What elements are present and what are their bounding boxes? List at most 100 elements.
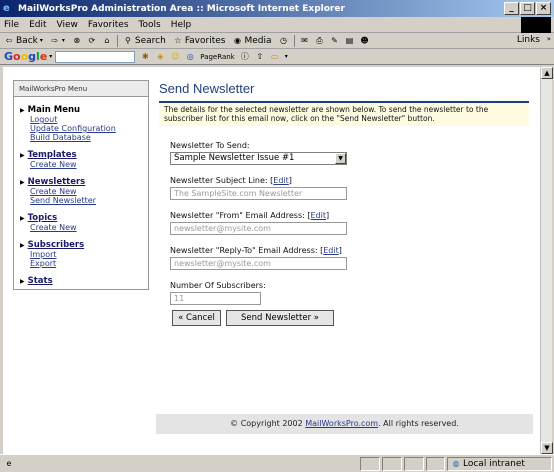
subscriber-count-field: 11 xyxy=(170,292,261,305)
edit-subject-link[interactable]: Edit xyxy=(273,176,289,185)
google-news-icon[interactable]: ◎ xyxy=(185,52,195,62)
links-chevron-icon[interactable]: » xyxy=(547,35,551,43)
nav-templates-create-new-link[interactable]: Create New xyxy=(30,160,148,169)
minimize-button[interactable]: _ xyxy=(504,2,519,15)
highlight-icon[interactable]: ▭ xyxy=(270,52,280,62)
home-icon[interactable]: ⌂ xyxy=(102,36,112,46)
nav-group-templates: ▶ Templates Create New xyxy=(14,150,148,169)
google-menu-chevron-icon[interactable]: ▾ xyxy=(49,53,52,60)
back-label: Back xyxy=(16,35,38,46)
arrow-icon: ▶ xyxy=(20,241,25,249)
forward-dropdown-icon[interactable]: ▾ xyxy=(62,37,65,44)
status-cell xyxy=(360,457,380,471)
arrow-icon: ▶ xyxy=(20,151,25,159)
sidebar-title: MailWorksPro Menu xyxy=(14,81,148,97)
back-button[interactable]: ⇦ Back ▾ xyxy=(4,36,43,46)
search-button[interactable]: ⚲ Search xyxy=(123,36,166,46)
menu-favorites[interactable]: Favorites xyxy=(88,20,129,30)
sidebar-menu: MailWorksPro Menu ▶ Main Menu Logout Upda… xyxy=(13,80,149,290)
nav-update-configuration-link[interactable]: Update Configuration xyxy=(30,124,148,133)
nav-heading-newsletters[interactable]: Newsletters xyxy=(28,177,86,187)
media-button[interactable]: ◉ Media xyxy=(232,35,272,46)
nav-build-database-link[interactable]: Build Database xyxy=(30,133,148,142)
nav-heading-templates[interactable]: Templates xyxy=(28,150,77,160)
nav-group-newsletters: ▶ Newsletters Create New Send Newsletter xyxy=(14,177,148,205)
nav-heading-topics[interactable]: Topics xyxy=(28,213,58,223)
scroll-up-icon[interactable]: ▲ xyxy=(541,67,553,79)
nav-heading-main-menu: Main Menu xyxy=(27,105,81,115)
edit-reply-to-link[interactable]: Edit xyxy=(323,246,339,255)
page-info-icon[interactable]: ⓘ xyxy=(240,52,250,62)
favorites-label: Favorites xyxy=(184,35,226,46)
status-bar: e ◍ Local intranet xyxy=(0,454,554,472)
status-cell xyxy=(404,457,424,471)
google-im-feeling-lucky-icon[interactable]: ☺ xyxy=(170,52,180,62)
vertical-scrollbar[interactable]: ▲ ▼ xyxy=(540,67,553,454)
edit-from-link[interactable]: Edit xyxy=(310,211,326,220)
info-message: The details for the selected newsletter … xyxy=(159,101,529,126)
page-title: Send Newsletter xyxy=(159,81,255,96)
menu-view[interactable]: View xyxy=(57,20,78,30)
google-logo[interactable]: Google xyxy=(4,50,47,63)
arrow-icon: ▶ xyxy=(20,277,25,285)
subject-line-label: Newsletter Subject Line: [Edit] xyxy=(170,176,292,185)
google-search-site-icon[interactable]: ◈ xyxy=(155,52,165,62)
menu-tools[interactable]: Tools xyxy=(139,20,161,30)
up-icon[interactable]: ⇧ xyxy=(255,52,265,62)
menu-file[interactable]: File xyxy=(4,20,19,30)
search-label: Search xyxy=(134,35,166,46)
nav-topics-create-new-link[interactable]: Create New xyxy=(30,223,148,232)
subject-line-field[interactable]: The SampleSite.com Newsletter xyxy=(170,187,347,200)
print-icon[interactable]: ⎙ xyxy=(315,36,325,46)
refresh-icon[interactable]: ⟳ xyxy=(87,36,97,46)
forward-button[interactable]: ⇨ ▾ xyxy=(50,36,65,46)
nav-logout-link[interactable]: Logout xyxy=(30,115,148,124)
media-icon: ◉ xyxy=(233,35,241,45)
scroll-down-icon[interactable]: ▼ xyxy=(541,442,553,454)
search-icon: ⚲ xyxy=(124,35,131,45)
nav-group-topics: ▶ Topics Create New xyxy=(14,213,148,232)
highlight-dropdown-icon[interactable]: ▾ xyxy=(285,53,288,60)
close-button[interactable]: × xyxy=(536,2,551,15)
mailworkspro-link[interactable]: MailWorksPro.com xyxy=(305,419,378,428)
chevron-down-icon[interactable]: ▼ xyxy=(335,153,346,164)
nav-send-newsletter-link[interactable]: Send Newsletter xyxy=(30,196,148,205)
google-search-web-icon[interactable]: ✱ xyxy=(140,52,150,62)
messenger-icon[interactable]: ☻ xyxy=(360,36,370,46)
send-newsletter-button[interactable]: Send Newsletter » xyxy=(226,310,334,326)
newsletter-select[interactable]: Sample Newsletter Issue #1 ▼ xyxy=(170,152,347,165)
page-footer: © Copyright 2002 MailWorksPro.com. All r… xyxy=(156,414,533,434)
nav-group-main-menu: ▶ Main Menu Logout Update Configuration B… xyxy=(14,105,148,142)
google-toolbar: Google ▾ ✱ ◈ ☺ ◎ PageRank ⓘ ⇧ ▭ ▾ xyxy=(0,49,554,65)
standard-toolbar: ⇦ Back ▾ ⇨ ▾ ⊗ ⟳ ⌂ ⚲ Search ☆ Favorites … xyxy=(0,33,554,49)
from-address-field[interactable]: newsletter@mysite.com xyxy=(170,222,347,235)
window-title: MailWorksPro Administration Area :: Micr… xyxy=(18,3,345,14)
google-search-input[interactable] xyxy=(55,50,136,63)
mail-icon[interactable]: ✉ xyxy=(300,36,310,46)
maximize-button[interactable]: □ xyxy=(520,2,535,15)
menu-edit[interactable]: Edit xyxy=(29,20,46,30)
nav-newsletters-create-new-link[interactable]: Create New xyxy=(30,187,148,196)
zone-label: Local intranet xyxy=(463,459,525,469)
intranet-globe-icon: ◍ xyxy=(452,459,460,468)
pagerank-meter: PageRank xyxy=(200,52,235,61)
nav-export-link[interactable]: Export xyxy=(30,259,148,268)
back-arrow-icon: ⇦ xyxy=(5,35,13,45)
cancel-button[interactable]: « Cancel xyxy=(172,310,221,326)
newsletter-select-value: Sample Newsletter Issue #1 xyxy=(174,153,295,163)
edit-page-icon[interactable]: ✎ xyxy=(330,36,340,46)
links-button[interactable]: Links xyxy=(517,35,540,45)
nav-heading-stats[interactable]: Stats xyxy=(28,276,53,286)
reply-to-address-field[interactable]: newsletter@mysite.com xyxy=(170,257,347,270)
status-cell xyxy=(382,457,402,471)
discuss-icon[interactable]: ▤ xyxy=(345,36,355,46)
stop-icon[interactable]: ⊗ xyxy=(72,36,82,46)
history-icon[interactable]: ◷ xyxy=(279,36,289,46)
nav-import-link[interactable]: Import xyxy=(30,250,148,259)
window-titlebar: e MailWorksPro Administration Area :: Mi… xyxy=(0,0,554,17)
back-dropdown-icon[interactable]: ▾ xyxy=(40,37,43,44)
nav-group-stats: ▶ Stats xyxy=(14,276,148,286)
favorites-button[interactable]: ☆ Favorites xyxy=(173,35,226,46)
nav-heading-subscribers[interactable]: Subscribers xyxy=(28,240,85,250)
menu-help[interactable]: Help xyxy=(171,20,192,30)
